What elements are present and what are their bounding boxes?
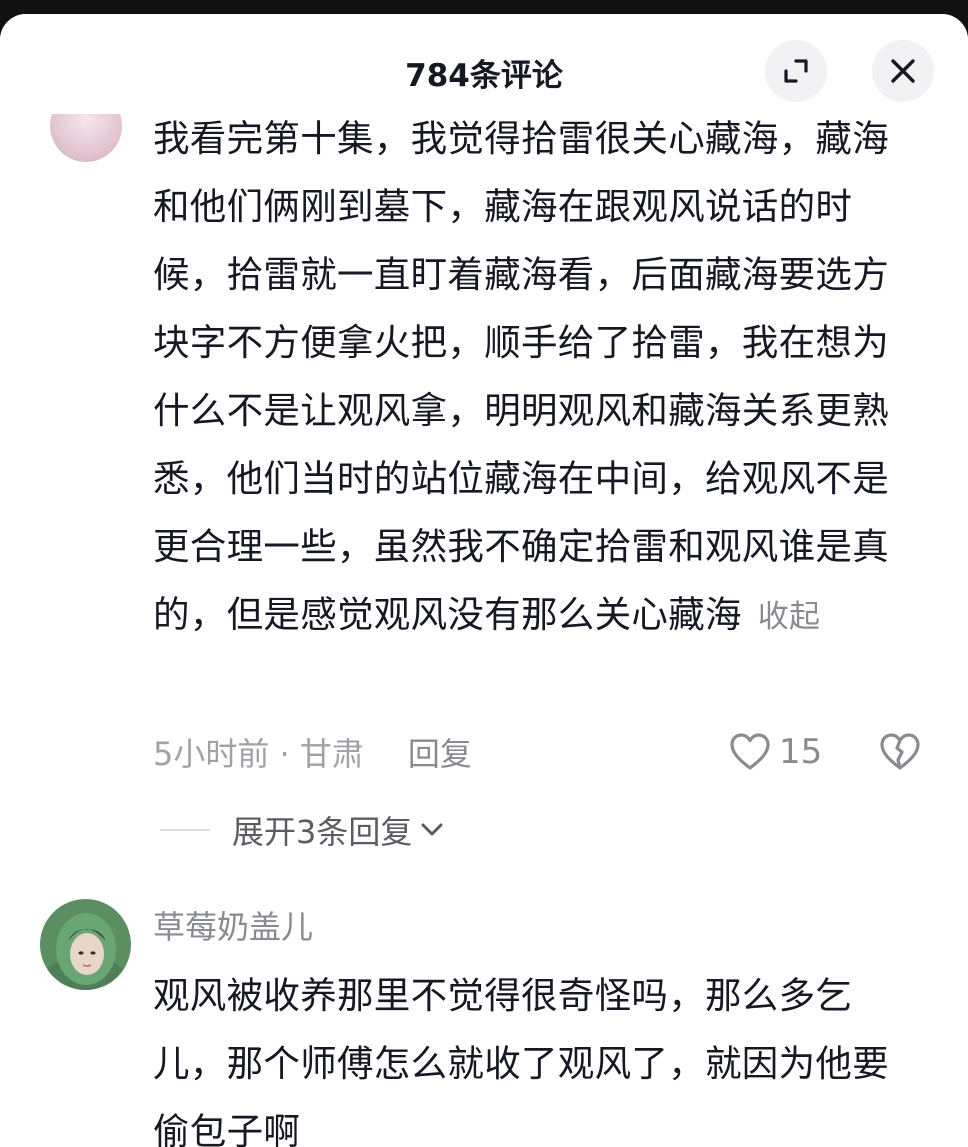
close-button[interactable] <box>872 40 934 102</box>
dislike-button[interactable] <box>878 730 922 774</box>
comments-sheet: 784条评论 我看完第十集，我觉得拾雷很关心藏海，藏海和他们俩刚到墓下，藏海在跟… <box>0 14 968 1147</box>
comment-time-location: 5小时前 · 甘肃 <box>153 735 364 773</box>
expand-button[interactable] <box>765 40 827 102</box>
reply-button[interactable]: 回复 <box>408 729 472 775</box>
collapse-link[interactable]: 收起 <box>758 599 821 635</box>
like-button[interactable]: 15 <box>729 726 822 778</box>
username[interactable]: 草莓奶盖儿 <box>153 902 313 948</box>
comments-header: 784条评论 <box>0 14 968 114</box>
divider-line <box>160 829 210 831</box>
avatar[interactable] <box>40 899 131 990</box>
chevron-down-icon <box>418 816 446 844</box>
comment-text: 我看完第十集，我觉得拾雷很关心藏海，藏海和他们俩刚到墓下，藏海在跟观风说话的时候… <box>153 105 913 651</box>
comment-meta: 5小时前 · 甘肃 回复 <box>153 726 472 778</box>
comment-body: 我看完第十集，我觉得拾雷很关心藏海，藏海和他们俩刚到墓下，藏海在跟观风说话的时候… <box>153 117 889 636</box>
like-count: 15 <box>779 732 823 772</box>
close-icon <box>891 59 915 83</box>
comment-text: 观风被收养那里不觉得很奇怪吗，那么多乞儿，那个师傅怎么就收了观风了，就因为他要偷… <box>153 974 889 1147</box>
expand-replies-label: 展开3条回复 <box>232 813 413 851</box>
expand-icon <box>784 59 808 83</box>
expand-replies-button[interactable]: 展开3条回复 <box>160 804 446 856</box>
heart-icon <box>730 733 770 770</box>
broken-heart-icon <box>880 733 920 770</box>
